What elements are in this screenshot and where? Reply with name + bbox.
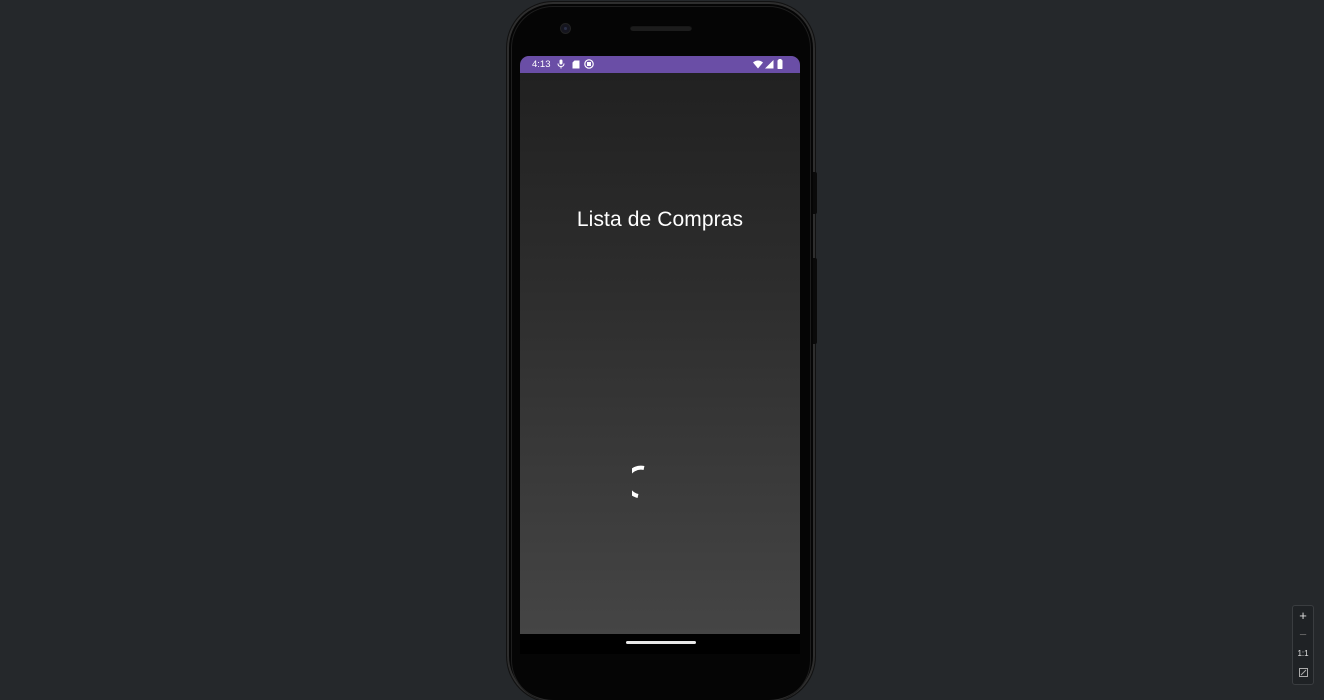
status-bar: 4:13 <box>520 56 800 73</box>
battery-icon <box>775 59 785 69</box>
fit-screen-button[interactable] <box>1293 664 1313 682</box>
loading-spinner-icon <box>632 465 645 498</box>
status-time: 4:13 <box>532 59 551 70</box>
zoom-in-button[interactable]: + <box>1293 607 1313 625</box>
zoom-out-button[interactable]: − <box>1293 626 1313 644</box>
power-button[interactable] <box>813 172 817 214</box>
emulator-canvas: 4:13 Lista de Compras + − 1:1 <box>0 0 1324 700</box>
app-screen[interactable]: 4:13 Lista de Compras <box>520 56 800 634</box>
fit-screen-icon <box>1298 668 1308 677</box>
volume-button[interactable] <box>813 258 817 344</box>
home-gesture-handle[interactable] <box>626 641 696 644</box>
wifi-icon <box>753 59 763 69</box>
page-title: Lista de Compras <box>576 208 744 231</box>
mic-icon <box>556 59 566 69</box>
front-camera-icon <box>561 24 570 33</box>
sd-card-icon <box>571 59 581 69</box>
earpiece-speaker <box>630 25 692 31</box>
actual-size-button[interactable]: 1:1 <box>1293 645 1313 663</box>
navigation-bar <box>520 634 800 654</box>
zoom-controls: + − 1:1 <box>1292 605 1314 685</box>
signal-icon <box>764 59 774 69</box>
app-notification-icon <box>584 59 594 69</box>
